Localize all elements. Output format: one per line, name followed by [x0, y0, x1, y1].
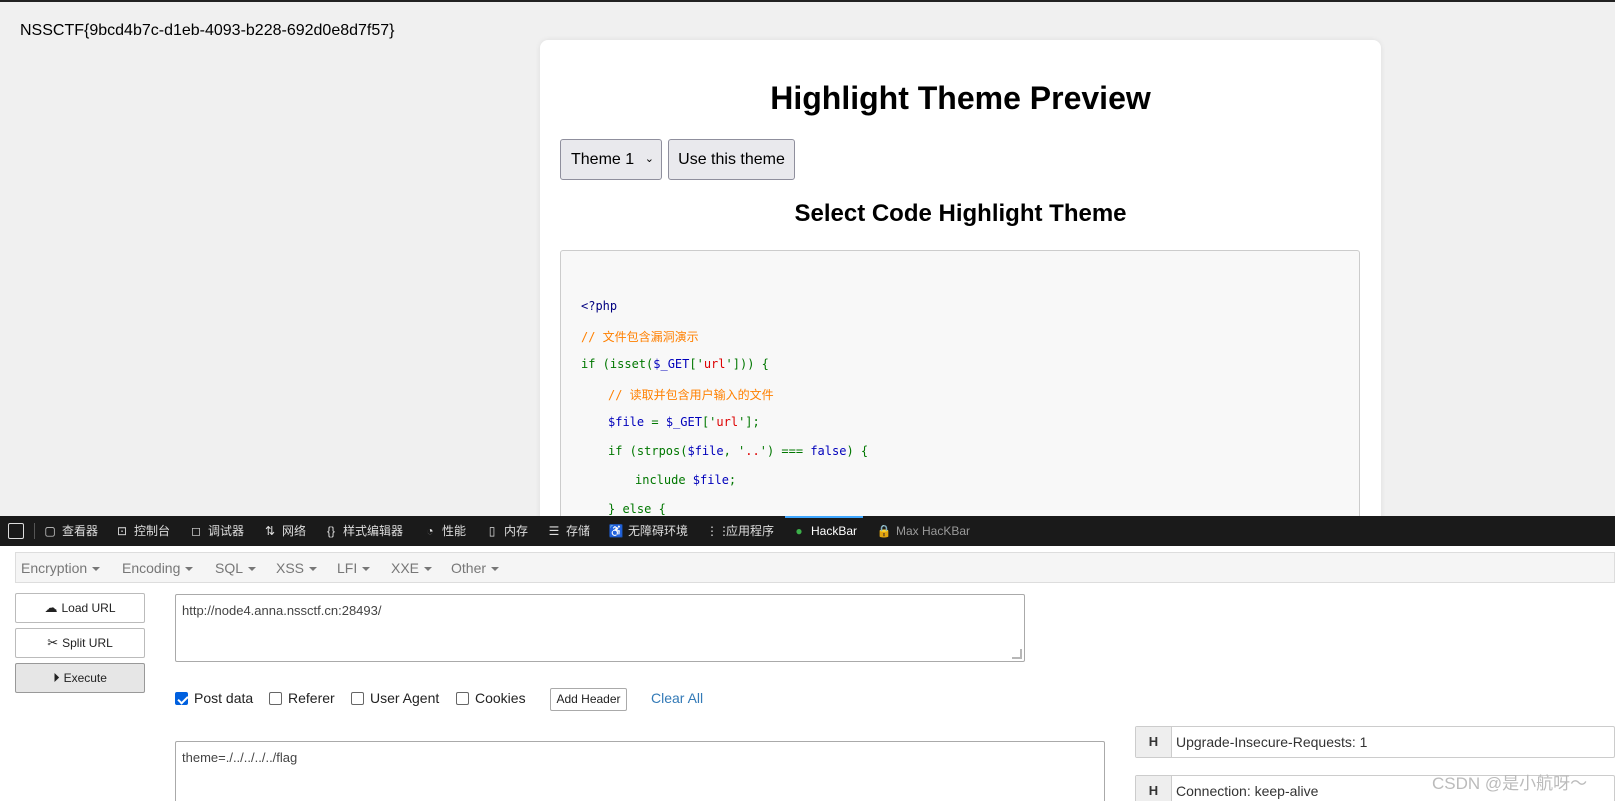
- url-input-value: http://node4.anna.nssctf.cn:28493/: [182, 603, 382, 618]
- hackbar-icon: ●: [795, 524, 803, 538]
- header-value[interactable]: Connection: keep-alive: [1176, 783, 1318, 799]
- resize-grip-icon[interactable]: [1012, 649, 1022, 659]
- chevron-down-icon: ⌄: [644, 153, 654, 165]
- header-row[interactable]: H Upgrade-Insecure-Requests: 1: [1135, 726, 1615, 758]
- code-line: if (isset($_GET['url'])) {: [581, 357, 769, 371]
- header-badge[interactable]: H: [1136, 727, 1172, 757]
- user-agent-checkbox[interactable]: User Agent: [351, 690, 439, 706]
- cookies-checkbox[interactable]: Cookies: [456, 690, 526, 706]
- header-value[interactable]: Upgrade-Insecure-Requests: 1: [1176, 734, 1367, 750]
- tab-hackbar[interactable]: ● HackBar: [785, 516, 864, 546]
- clear-all-link[interactable]: Clear All: [651, 690, 703, 706]
- tab-memory[interactable]: ▯ 内存: [484, 516, 528, 546]
- tab-application[interactable]: ⋮⋮应用程序: [706, 516, 774, 546]
- tab-inspector[interactable]: ▢ 查看器: [42, 516, 98, 546]
- url-input[interactable]: http://node4.anna.nssctf.cn:28493/: [175, 594, 1025, 662]
- checkbox-checked-icon: [175, 692, 188, 705]
- gauge-icon: ◔: [426, 524, 434, 538]
- caret-down-icon: [92, 567, 101, 572]
- preview-card: Highlight Theme Preview Theme 1 ⌄ Use th…: [540, 40, 1381, 516]
- code-preview: <?php // 文件包含漏洞演示 if (isset($_GET['url']…: [560, 250, 1360, 516]
- post-data-checkbox[interactable]: Post data: [175, 690, 253, 706]
- tab-debugger[interactable]: ◻ 调试器: [188, 516, 244, 546]
- lock-icon: 🔒: [876, 524, 892, 538]
- execute-button[interactable]: ⏵ Execute: [15, 663, 145, 693]
- tab-style-editor[interactable]: {} 样式编辑器: [323, 516, 403, 546]
- page-viewport: NSSCTF{9bcd4b7c-d1eb-4093-b228-692d0e8d7…: [0, 0, 1615, 516]
- console-icon: ⊡: [116, 524, 128, 538]
- section-title: Select Code Highlight Theme: [794, 200, 1127, 227]
- caret-down-icon: [309, 567, 318, 572]
- checkbox-icon: [351, 692, 364, 705]
- code-line: } else {: [608, 502, 666, 516]
- flag-text: NSSCTF{9bcd4b7c-d1eb-4093-b228-692d0e8d7…: [20, 22, 395, 39]
- page-title: Highlight Theme Preview: [770, 80, 1151, 116]
- tab-network[interactable]: ⇅ 网络: [262, 516, 306, 546]
- use-theme-button[interactable]: Use this theme: [668, 139, 795, 180]
- toolbar-divider: [34, 523, 35, 539]
- theme-select-value: Theme 1: [571, 151, 635, 168]
- play-circle-icon: ⏵: [53, 670, 60, 685]
- hackbar-menu: Encryption Encoding SQL XSS LFI XXE Othe…: [15, 552, 1615, 583]
- menu-encryption[interactable]: Encryption: [21, 560, 101, 576]
- code-line: include $file;: [635, 473, 737, 487]
- storage-icon: ☰: [548, 524, 560, 538]
- load-url-button[interactable]: ☁ Load URL: [15, 593, 145, 623]
- braces-icon: {}: [326, 524, 335, 538]
- tab-console[interactable]: ⊡ 控制台: [114, 516, 170, 546]
- code-line: <?php: [581, 299, 618, 313]
- element-picker-icon[interactable]: [8, 523, 24, 539]
- tab-storage[interactable]: ☰ 存储: [546, 516, 590, 546]
- code-line: if (strpos($file, '..') === false) {: [608, 444, 869, 458]
- menu-lfi[interactable]: LFI: [337, 560, 371, 576]
- code-line: $file = $_GET['url'];: [608, 415, 760, 429]
- checkbox-icon: [269, 692, 282, 705]
- menu-other[interactable]: Other: [451, 560, 500, 576]
- cloud-download-icon: ☁: [44, 600, 58, 615]
- referer-checkbox[interactable]: Referer: [269, 690, 335, 706]
- accessibility-icon: ♿: [608, 524, 624, 538]
- watermark-text: CSDN @是小航呀～: [1432, 774, 1588, 793]
- menu-xxe[interactable]: XXE: [391, 560, 433, 576]
- tab-performance[interactable]: ◔ 性能: [422, 516, 466, 546]
- checkbox-icon: [456, 692, 469, 705]
- header-badge[interactable]: H: [1136, 776, 1172, 801]
- code-line: // 读取并包含用户输入的文件: [608, 388, 774, 402]
- caret-down-icon: [424, 567, 433, 572]
- caret-down-icon: [185, 567, 194, 572]
- network-icon: ⇅: [264, 524, 276, 538]
- inspector-icon: ▢: [44, 524, 56, 538]
- devtools-toolbar: ▢ 查看器 ⊡ 控制台 ◻ 调试器 ⇅ 网络 {} 样式编辑器 ◔ 性能 ▯ 内存 ☰ 存储 ♿…: [0, 516, 1615, 546]
- debugger-icon: ◻: [191, 524, 201, 538]
- grid-icon: ⋮⋮: [706, 524, 730, 538]
- tab-accessibility[interactable]: ♿ 无障碍环境: [608, 516, 689, 546]
- scissors-icon: ✂: [47, 635, 59, 650]
- post-data-input[interactable]: theme=./../../../../flag: [175, 741, 1105, 801]
- tab-max-hackbar[interactable]: 🔒 Max HacKBar: [876, 516, 971, 546]
- post-data-value: theme=./../../../../flag: [182, 750, 298, 765]
- memory-icon: ▯: [488, 524, 496, 538]
- add-header-button[interactable]: Add Header: [550, 688, 627, 711]
- menu-encoding[interactable]: Encoding: [122, 560, 194, 576]
- code-line: // 文件包含漏洞演示: [581, 330, 699, 344]
- caret-down-icon: [491, 567, 500, 572]
- theme-select[interactable]: Theme 1 ⌄: [560, 139, 662, 180]
- menu-sql[interactable]: SQL: [215, 560, 257, 576]
- menu-xss[interactable]: XSS: [276, 560, 318, 576]
- caret-down-icon: [248, 567, 257, 572]
- caret-down-icon: [362, 567, 371, 572]
- split-url-button[interactable]: ✂ Split URL: [15, 628, 145, 658]
